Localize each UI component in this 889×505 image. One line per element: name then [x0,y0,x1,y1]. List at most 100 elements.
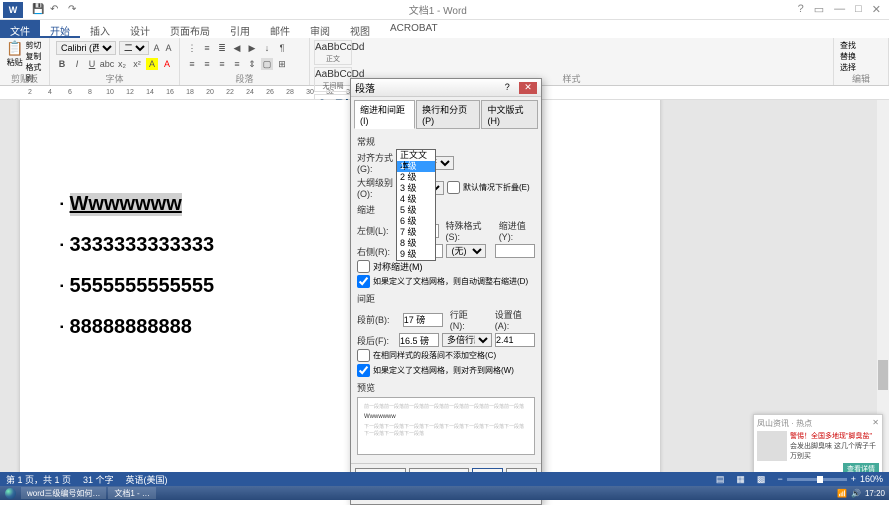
view-web-icon[interactable]: ▩ [757,474,766,485]
dialog-tab-breaks[interactable]: 换行和分页(P) [416,100,480,129]
zoom-slider[interactable] [787,478,847,481]
taskbar-item-1[interactable]: word三级编号如何… [21,487,106,499]
align-right-icon[interactable]: ≡ [216,58,228,70]
decrease-indent-icon[interactable]: ◀ [231,42,243,54]
status-page[interactable]: 第 1 页，共 1 页 [6,473,71,486]
find-button[interactable]: 查找 [840,40,882,51]
maximize-icon[interactable]: □ [855,3,862,16]
multilevel-icon[interactable]: ≣ [216,42,228,54]
scrollbar-thumb[interactable] [878,360,888,390]
dialog-help-icon[interactable]: ? [498,82,516,94]
mirror-indent-checkbox[interactable] [357,260,370,273]
dialog-titlebar[interactable]: 段落 ? ✕ [351,79,541,97]
shrink-font-icon[interactable]: A [164,42,173,54]
tab-view[interactable]: 视图 [340,20,380,38]
copy-button[interactable]: 复制 [25,51,43,62]
paste-icon[interactable]: 📋 [6,40,23,57]
justify-icon[interactable]: ≡ [231,58,243,70]
strike-icon[interactable]: abc [101,58,113,70]
outline-option-4[interactable]: 4 级 [397,194,435,205]
doc-line-1[interactable]: Wwwwwww [70,193,182,216]
align-left-icon[interactable]: ≡ [186,58,198,70]
redo-icon[interactable]: ↷ [68,4,80,16]
show-marks-icon[interactable]: ¶ [276,42,288,54]
snap-grid-checkbox[interactable] [357,364,370,377]
popup-thumbnail[interactable] [757,431,787,461]
replace-button[interactable]: 替换 [840,51,882,62]
increase-indent-icon[interactable]: ▶ [246,42,258,54]
no-space-same-style-checkbox[interactable] [357,349,370,362]
tab-references[interactable]: 引用 [220,20,260,38]
numbering-icon[interactable]: ≡ [201,42,213,54]
tab-design[interactable]: 设计 [120,20,160,38]
zoom-in-icon[interactable]: + [851,474,856,484]
save-icon[interactable]: 💾 [32,4,44,16]
line-spacing-select[interactable]: 多倍行距 [442,333,492,347]
status-language[interactable]: 英语(美国) [126,473,168,486]
zoom-out-icon[interactable]: − [777,474,782,484]
popup-title[interactable]: 警惕！全国多地现"脚臭盐" [790,431,879,441]
undo-icon[interactable]: ↶ [50,4,62,16]
cut-button[interactable]: 剪切 [25,40,43,51]
view-read-icon[interactable]: ▤ [716,474,725,485]
ribbon-options-icon[interactable]: ▭ [814,3,824,16]
borders-icon[interactable]: ⊞ [276,58,288,70]
tab-acrobat[interactable]: ACROBAT [380,20,448,38]
tray-volume-icon[interactable]: 🔊 [851,489,861,498]
status-word-count[interactable]: 31 个字 [83,473,114,486]
outline-option-5[interactable]: 5 级 [397,205,435,216]
line-spacing-icon[interactable]: ⇕ [246,58,258,70]
italic-icon[interactable]: I [71,58,83,70]
sort-icon[interactable]: ↓ [261,42,273,54]
superscript-icon[interactable]: x² [131,58,143,70]
highlight-icon[interactable]: A [146,58,158,70]
tab-mailings[interactable]: 邮件 [260,20,300,38]
special-indent-select[interactable]: (无) [446,244,486,258]
tab-home[interactable]: 开始 [40,20,80,38]
underline-icon[interactable]: U [86,58,98,70]
font-family-select[interactable]: Calibri (西文 [56,41,116,55]
dialog-tab-asian[interactable]: 中文版式(H) [481,100,538,129]
subscript-icon[interactable]: x₂ [116,58,128,70]
style-正文[interactable]: AaBbCcDd正文 [314,40,352,65]
zoom-level[interactable]: 160% [860,474,883,484]
space-before-input[interactable] [403,313,443,327]
bold-icon[interactable]: B [56,58,68,70]
outline-option-7[interactable]: 7 级 [397,227,435,238]
collapse-checkbox[interactable] [447,181,460,194]
outline-level-dropdown[interactable]: 正文文本1 级2 级3 级4 级5 级6 级7 级8 级9 级 [396,149,436,261]
font-size-select[interactable]: 二号 [119,41,149,55]
tray-clock[interactable]: 17:20 [865,489,885,498]
auto-indent-checkbox[interactable] [357,275,370,288]
outline-option-9[interactable]: 9 级 [397,249,435,260]
popup-close-icon[interactable]: ✕ [872,418,879,429]
align-center-icon[interactable]: ≡ [201,58,213,70]
spacing-at-input[interactable] [495,333,535,347]
tab-insert[interactable]: 插入 [80,20,120,38]
outline-option-2[interactable]: 2 级 [397,172,435,183]
minimize-icon[interactable]: — [834,3,845,16]
shading-icon[interactable]: ▢ [261,58,273,70]
grow-font-icon[interactable]: A [152,42,161,54]
outline-option-1[interactable]: 1 级 [397,161,435,172]
help-icon[interactable]: ? [798,3,804,16]
font-color-icon[interactable]: A [161,58,173,70]
close-icon[interactable]: ✕ [872,3,881,16]
tab-layout[interactable]: 页面布局 [160,20,220,38]
outline-option-8[interactable]: 8 级 [397,238,435,249]
space-after-input[interactable] [399,333,439,347]
indent-by-input[interactable] [495,244,535,258]
outline-option-3[interactable]: 3 级 [397,183,435,194]
view-print-icon[interactable]: ▦ [736,474,745,485]
tab-review[interactable]: 审阅 [300,20,340,38]
tray-network-icon[interactable]: 📶 [837,489,847,498]
outline-option-0[interactable]: 正文文本 [397,150,435,161]
dialog-tab-indent[interactable]: 缩进和间距(I) [354,100,415,129]
dialog-close-icon[interactable]: ✕ [519,82,537,94]
taskbar-item-2[interactable]: 文档1 - … [108,487,156,499]
bullets-icon[interactable]: ⋮ [186,42,198,54]
start-button[interactable] [0,486,20,500]
tab-file[interactable]: 文件 [0,20,40,38]
outline-option-6[interactable]: 6 级 [397,216,435,227]
page[interactable]: Wwwwwww 3333333333333 5555555555555 8888… [20,100,660,480]
